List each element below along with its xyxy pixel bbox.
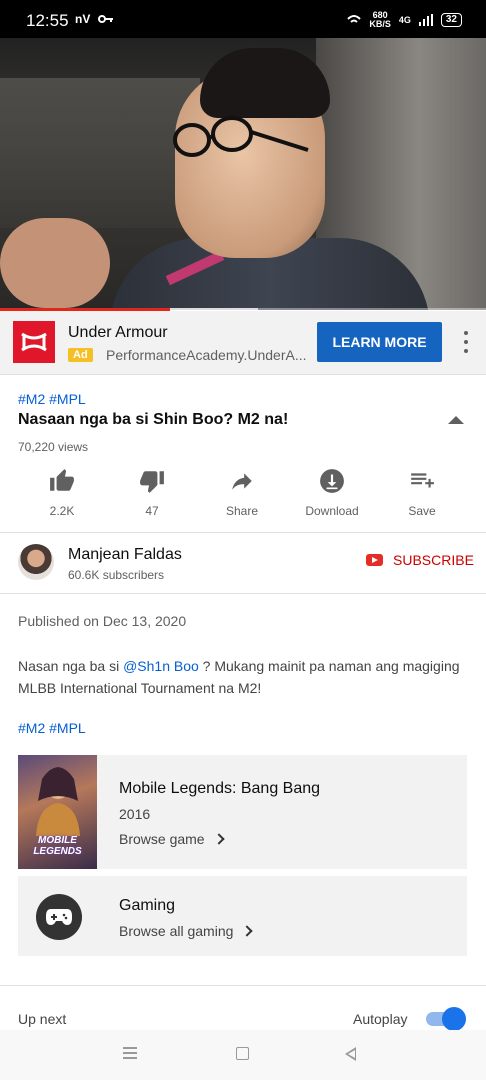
subscribe-label: SUBSCRIBE — [393, 552, 474, 568]
status-bar: 12:55 nV 680 KB/S 4G 32 — [0, 0, 486, 38]
game-year: 2016 — [119, 806, 151, 822]
channel-name[interactable]: Manjean Faldas — [68, 546, 182, 564]
download-icon — [320, 469, 344, 493]
chevron-right-icon — [212, 833, 225, 845]
video-actions: 2.2K 47 Share Download Save — [17, 468, 467, 520]
download-label: Download — [305, 504, 359, 518]
learn-more-button[interactable]: LEARN MORE — [317, 322, 442, 362]
divider — [0, 985, 486, 986]
browse-all-gaming-label: Browse all gaming — [119, 923, 234, 939]
game-title[interactable]: Mobile Legends: Bang Bang — [119, 780, 320, 798]
signal-icon — [418, 14, 433, 26]
game-controller-icon — [46, 909, 72, 925]
download-button[interactable]: Download — [287, 468, 377, 520]
description-text-start: Nasan nga ba si — [18, 658, 124, 674]
mention-link[interactable]: @Sh1n Boo — [123, 658, 199, 674]
view-count: 70,220 views — [18, 440, 89, 454]
video-hashtags[interactable]: #M2 #MPL — [18, 391, 86, 407]
browse-game-label: Browse game — [119, 831, 205, 847]
game-thumbnail[interactable]: MOBILE LEGENDS — [18, 755, 97, 869]
chevron-right-icon — [241, 925, 254, 937]
save-button[interactable]: Save — [377, 468, 467, 520]
game-logo-text: MOBILE LEGENDS — [33, 835, 82, 857]
video-frame-hand — [0, 218, 110, 308]
divider — [0, 532, 486, 533]
system-nav-bar — [0, 1030, 486, 1080]
game-art-figure — [36, 767, 80, 836]
recent-apps-icon[interactable] — [123, 1047, 139, 1063]
autoplay-toggle-thumb — [442, 1007, 466, 1031]
subscribe-button[interactable]: SUBSCRIBE — [366, 552, 474, 568]
autoplay-toggle[interactable] — [426, 1007, 466, 1031]
thumbs-up-icon — [50, 469, 74, 491]
subscriber-count: 60.6K subscribers — [68, 568, 165, 582]
thumbs-down-icon — [140, 471, 164, 493]
gaming-icon — [36, 894, 82, 940]
video-player[interactable] — [0, 38, 486, 310]
like-button[interactable]: 2.2K — [17, 468, 107, 520]
battery-icon: 32 — [440, 13, 462, 27]
nv-icon: nV — [75, 12, 91, 26]
share-button[interactable]: Share — [197, 468, 287, 520]
browse-game-link[interactable]: Browse game — [119, 831, 225, 847]
autoplay-label: Autoplay — [353, 1011, 408, 1027]
gaming-card[interactable]: Gaming Browse all gaming — [18, 876, 467, 956]
share-label: Share — [225, 504, 259, 518]
video-description: Nasan nga ba si @Sh1n Boo ? Mukang maini… — [18, 655, 468, 699]
game-card[interactable]: MOBILE LEGENDS Mobile Legends: Bang Bang… — [18, 755, 467, 869]
status-left-icons: nV — [75, 12, 114, 26]
key-icon — [98, 15, 114, 23]
gaming-title[interactable]: Gaming — [119, 897, 175, 915]
channel-avatar[interactable] — [18, 544, 54, 580]
ad-url[interactable]: PerformanceAcademy.UnderA... — [106, 347, 311, 363]
ad-brand-name[interactable]: Under Armour — [68, 324, 168, 342]
youtube-icon — [366, 554, 383, 566]
video-frame-hair — [200, 48, 330, 118]
speed-unit: KB/S — [369, 19, 391, 29]
status-right: 680 KB/S 4G 32 — [347, 11, 462, 29]
video-frame-glasses — [173, 116, 309, 157]
save-label: Save — [408, 504, 436, 518]
playlist-add-icon — [411, 473, 434, 488]
more-options-icon[interactable] — [458, 329, 474, 355]
dislike-count: 47 — [145, 504, 159, 518]
vpn-icon — [347, 15, 362, 23]
under-armour-logo-icon — [21, 332, 47, 352]
network-speed: 680 KB/S — [369, 11, 391, 29]
dislike-button[interactable]: 47 — [107, 468, 197, 520]
ad-brand-logo[interactable] — [13, 321, 55, 363]
divider — [0, 593, 486, 594]
up-next-label: Up next — [18, 1011, 67, 1027]
like-count: 2.2K — [49, 504, 75, 518]
ad-banner[interactable]: Under Armour Ad PerformanceAcademy.Under… — [0, 311, 486, 375]
ad-badge: Ad — [68, 348, 93, 362]
network-type: 4G — [398, 15, 411, 25]
published-date: Published on Dec 13, 2020 — [18, 613, 187, 629]
browse-all-gaming-link[interactable]: Browse all gaming — [119, 923, 254, 939]
home-icon[interactable] — [236, 1047, 249, 1060]
video-title[interactable]: Nasaan nga ba si Shin Boo? M2 na! — [18, 411, 288, 429]
share-icon — [232, 473, 252, 490]
back-icon[interactable] — [345, 1047, 356, 1061]
status-time: 12:55 — [26, 11, 69, 30]
description-hashtags[interactable]: #M2 #MPL — [18, 720, 86, 736]
collapse-description-icon[interactable] — [448, 416, 464, 424]
